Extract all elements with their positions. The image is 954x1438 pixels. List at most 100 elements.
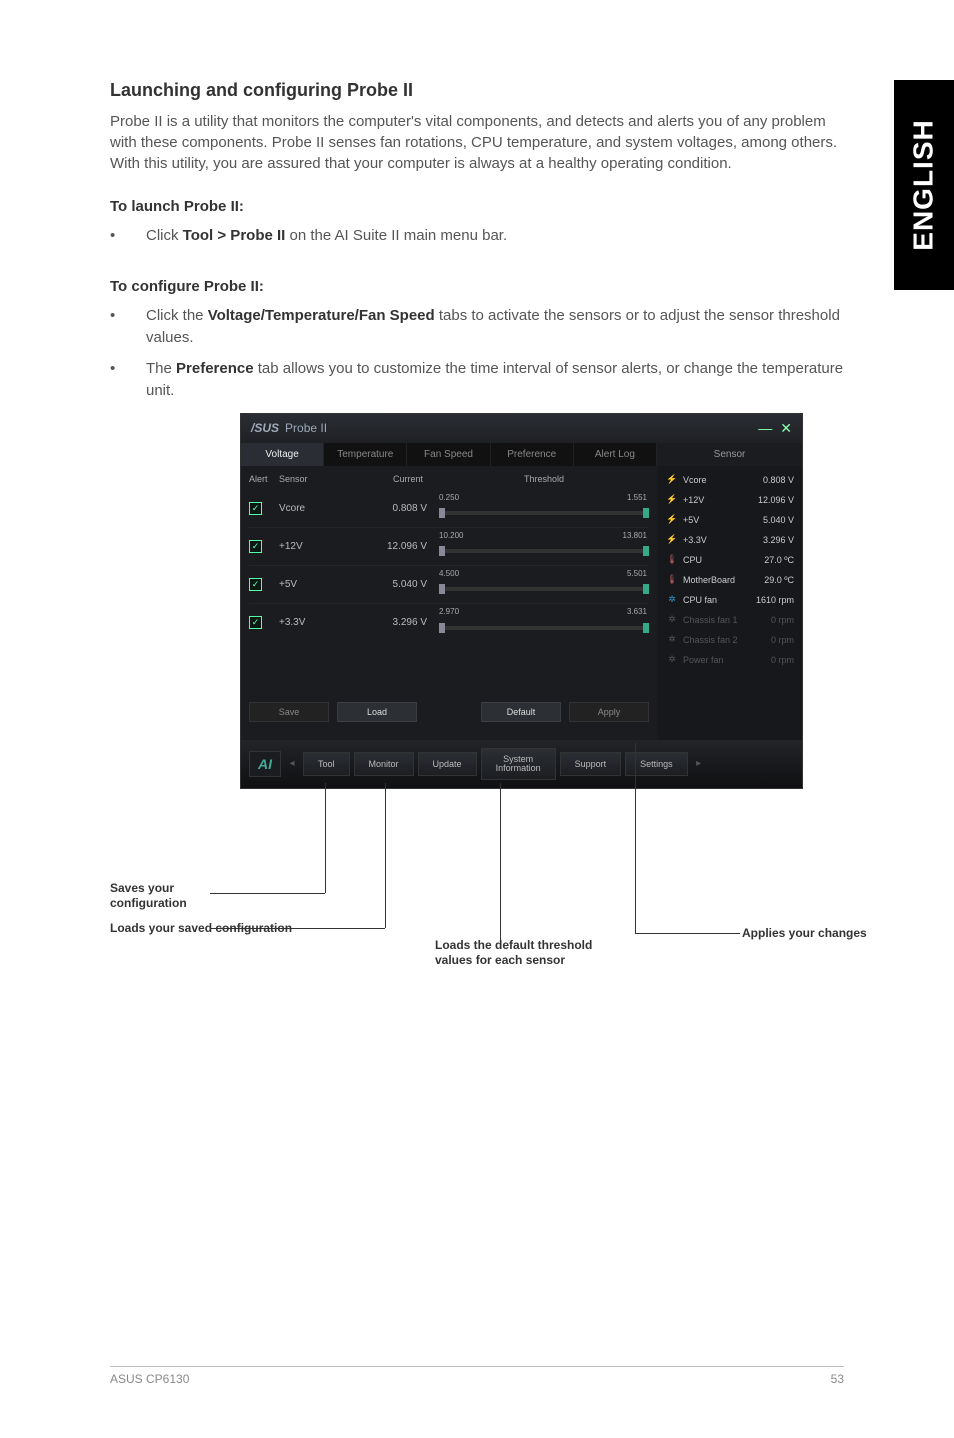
- sensor-current-value: 12.096 V: [379, 541, 439, 552]
- slider-handle-low[interactable]: [439, 546, 445, 556]
- tool-button[interactable]: Tool: [303, 752, 350, 776]
- sensor-current-value: 5.040 V: [379, 579, 439, 590]
- col-threshold: Threshold: [439, 474, 649, 484]
- support-button[interactable]: Support: [560, 752, 622, 776]
- bullet-marker: •: [110, 305, 146, 350]
- callout-line: [635, 933, 740, 934]
- threshold-low: 2.970: [439, 607, 459, 616]
- sensor-type-icon: 🌡: [665, 554, 679, 565]
- nav-left-icon[interactable]: ◂: [285, 758, 299, 769]
- tab-alert-log[interactable]: Alert Log: [574, 443, 657, 466]
- slider-track: [439, 587, 649, 591]
- main-tabs: Voltage Temperature Fan Speed Preference…: [241, 443, 657, 466]
- sensor-value: 0 rpm: [771, 635, 794, 645]
- threshold-high: 1.551: [627, 493, 647, 502]
- sensor-type-icon: ✲: [665, 654, 679, 665]
- col-current: Current: [379, 474, 439, 484]
- callout-line: [385, 783, 386, 928]
- tab-voltage[interactable]: Voltage: [241, 443, 324, 466]
- system-information-button[interactable]: System Information: [481, 748, 556, 780]
- close-icon[interactable]: ✕: [780, 420, 792, 437]
- save-button[interactable]: Save: [249, 702, 329, 722]
- apply-button[interactable]: Apply: [569, 702, 649, 722]
- text: The: [146, 360, 176, 377]
- bullet-text: Click the Voltage/Temperature/Fan Speed …: [146, 305, 844, 350]
- nav-right-icon[interactable]: ▸: [692, 758, 706, 769]
- sensor-type-icon: ✲: [665, 634, 679, 645]
- update-button[interactable]: Update: [418, 752, 477, 776]
- threshold-slider[interactable]: 10.20013.801: [439, 528, 649, 565]
- configure-bullet-1: • Click the Voltage/Temperature/Fan Spee…: [110, 305, 844, 350]
- ai-logo-icon[interactable]: AI: [249, 751, 281, 777]
- threshold-slider[interactable]: 4.5005.501: [439, 566, 649, 603]
- text: Click: [146, 227, 183, 244]
- sensor-readout: ✲ Chassis fan 20 rpm: [665, 630, 794, 650]
- sensor-value: 0.808 V: [763, 475, 794, 485]
- load-button[interactable]: Load: [337, 702, 417, 722]
- sensor-readout: ⚡+3.3V3.296 V: [665, 530, 794, 550]
- tab-fan-speed[interactable]: Fan Speed: [407, 443, 490, 466]
- sensor-name: +5V: [683, 515, 763, 525]
- sensor-readout: ⚡+12V12.096 V: [665, 490, 794, 510]
- section-heading: Launching and configuring Probe II: [110, 80, 844, 101]
- default-button[interactable]: Default: [481, 702, 561, 722]
- slider-handle-high[interactable]: [643, 508, 649, 518]
- sensor-readout: 🌡CPU27.0 ºC: [665, 550, 794, 570]
- slider-track: [439, 511, 649, 515]
- text: on the AI Suite II main menu bar.: [285, 227, 507, 244]
- sensor-name: Chassis fan 2: [683, 635, 771, 645]
- monitor-button[interactable]: Monitor: [354, 752, 414, 776]
- bullet-marker: •: [110, 358, 146, 403]
- alert-checkbox[interactable]: [249, 616, 279, 629]
- bullet-text: Click Tool > Probe II on the AI Suite II…: [146, 225, 844, 248]
- sensor-name: MotherBoard: [683, 575, 764, 585]
- page-content: Launching and configuring Probe II Probe…: [0, 0, 954, 789]
- launch-bullet: • Click Tool > Probe II on the AI Suite …: [110, 225, 844, 248]
- table-header: Alert Sensor Current Threshold: [249, 472, 649, 490]
- col-alert: Alert: [249, 474, 279, 484]
- footer-right: 53: [831, 1372, 844, 1386]
- titlebar: /SUS Probe II — ✕: [241, 414, 802, 443]
- page-footer: ASUS CP6130 53: [110, 1366, 844, 1386]
- slider-handle-high[interactable]: [643, 546, 649, 556]
- alert-checkbox[interactable]: [249, 578, 279, 591]
- slider-handle-high[interactable]: [643, 584, 649, 594]
- slider-handle-low[interactable]: [439, 623, 445, 633]
- table-row: +12V12.096 V10.20013.801: [249, 528, 649, 566]
- minimize-icon[interactable]: —: [758, 420, 772, 437]
- slider-handle-low[interactable]: [439, 508, 445, 518]
- slider-track: [439, 626, 649, 630]
- slider-handle-low[interactable]: [439, 584, 445, 594]
- sensor-value: 27.0 ºC: [764, 555, 794, 565]
- table-row: +3.3V3.296 V2.9703.631: [249, 604, 649, 642]
- probe-ii-window: /SUS Probe II — ✕ Voltage Temperature Fa…: [240, 413, 803, 789]
- callout-loads: Loads your saved configuration: [110, 921, 400, 937]
- alert-checkbox[interactable]: [249, 540, 279, 553]
- sensor-type-icon: ⚡: [665, 474, 679, 485]
- sensor-current-value: 3.296 V: [379, 617, 439, 628]
- footer-left: ASUS CP6130: [110, 1372, 189, 1386]
- alert-checkbox[interactable]: [249, 502, 279, 515]
- sensor-value: 12.096 V: [758, 495, 794, 505]
- tab-temperature[interactable]: Temperature: [324, 443, 407, 466]
- intro-paragraph: Probe II is a utility that monitors the …: [110, 111, 844, 174]
- voltage-table: Alert Sensor Current Threshold Vcore0.80…: [241, 466, 657, 740]
- main-body: Alert Sensor Current Threshold Vcore0.80…: [241, 466, 802, 740]
- sensor-name: Power fan: [683, 655, 771, 665]
- configure-bullet-2: • The Preference tab allows you to custo…: [110, 358, 844, 403]
- screenshot-wrapper: /SUS Probe II — ✕ Voltage Temperature Fa…: [240, 413, 803, 789]
- sensor-value: 1610 rpm: [756, 595, 794, 605]
- sensor-readout: ✲Chassis fan 10 rpm: [665, 610, 794, 630]
- sensor-panel-header: Sensor: [657, 443, 802, 466]
- threshold-slider[interactable]: 0.2501.551: [439, 490, 649, 527]
- tab-preference[interactable]: Preference: [491, 443, 574, 466]
- slider-handle-high[interactable]: [643, 623, 649, 633]
- threshold-slider[interactable]: 2.9703.631: [439, 604, 649, 642]
- sensor-value: 3.296 V: [763, 535, 794, 545]
- configure-heading: To configure Probe II:: [110, 278, 844, 295]
- table-row: +5V5.040 V4.5005.501: [249, 566, 649, 604]
- sensor-readout: ⚡Vcore0.808 V: [665, 470, 794, 490]
- callout-line: [635, 743, 636, 933]
- threshold-low: 4.500: [439, 569, 459, 578]
- bullet-marker: •: [110, 225, 146, 248]
